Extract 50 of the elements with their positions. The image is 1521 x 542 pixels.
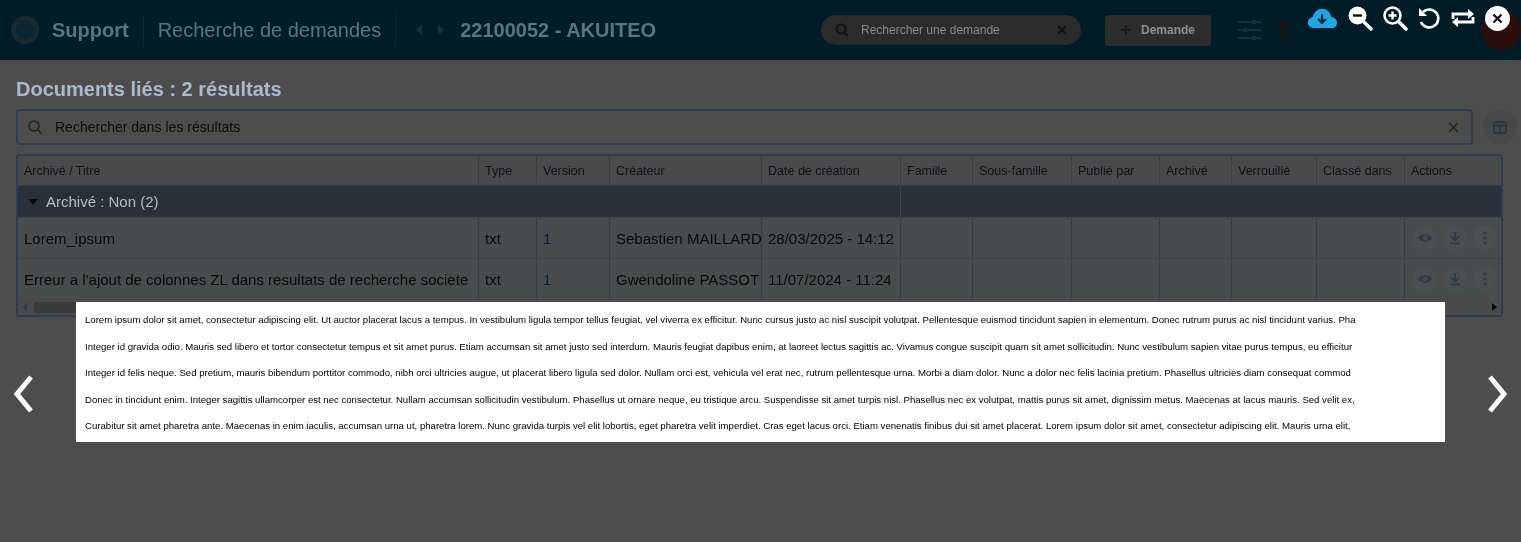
columns-icon (1493, 120, 1507, 134)
search-field[interactable]: Rechercher dans les résultats (16, 109, 1473, 145)
scroll-left-icon[interactable] (22, 303, 28, 311)
more-vertical-icon (1482, 231, 1487, 245)
caret-down-icon[interactable] (28, 196, 38, 207)
search-icon (28, 119, 43, 135)
search-input[interactable]: Rechercher une demande (859, 22, 1047, 38)
new-request-button[interactable]: Demande (1105, 14, 1211, 46)
swap-arrows-icon[interactable] (1450, 6, 1476, 30)
zoom-in-icon[interactable] (1382, 5, 1408, 31)
column-header[interactable]: Date de création (762, 156, 901, 185)
column-header[interactable]: Publié par (1072, 156, 1160, 185)
version-link[interactable]: 1 (543, 270, 552, 288)
search-input[interactable]: Rechercher dans les résultats (53, 118, 1438, 136)
group-label: Archivé : Non (2) (46, 193, 159, 210)
clear-icon[interactable] (1448, 121, 1459, 133)
breadcrumb-link[interactable]: Recherche de demandes (157, 18, 382, 42)
column-header[interactable]: Verrouillé (1232, 156, 1317, 185)
column-header[interactable]: Archivé / Titre (18, 156, 479, 185)
scroll-right-icon[interactable] (1491, 303, 1497, 311)
clear-icon[interactable] (1057, 25, 1067, 35)
cloud-download-icon[interactable] (1306, 6, 1338, 30)
column-header[interactable]: Sous-famille (973, 156, 1072, 185)
search-field[interactable]: Rechercher une demande (821, 15, 1081, 45)
more-vertical-icon (1482, 272, 1487, 286)
column-header[interactable]: Classé dans (1317, 156, 1405, 185)
column-header[interactable]: Type (479, 156, 537, 185)
record-title: 22100052 - AKUITEO (460, 18, 657, 42)
close-icon[interactable] (1485, 5, 1510, 31)
column-header[interactable]: Version (537, 156, 610, 185)
zoom-out-icon[interactable] (1347, 5, 1373, 31)
column-header[interactable]: Créateur (610, 156, 762, 185)
text-line: Integer id gravida odio. Mauris sed libero et tortor consectetur tempus et sit amet purus. Etiam accumsan sit amet justo sed interdum. Mauris feugiat dapibus enim, at laoreet lectus sagittis ac. Vivamus congue suscipit quam sit amet sollicitudin. Nunc vestibulum sapien vitae purus tempus, eu efficitur (85, 339, 1354, 353)
page-title: Documents liés : 2 résultats (16, 78, 283, 101)
rotate-left-icon[interactable] (1417, 6, 1441, 30)
version-link[interactable]: 1 (543, 229, 552, 247)
column-header[interactable]: Actions (1405, 156, 1501, 185)
previous-icon[interactable] (414, 23, 425, 37)
search-icon (835, 23, 849, 37)
text-line: Curabitur sit amet pharetra ante. Maecenas in enim iaculis, accumsan urna ut, pharetra lorem. Nunc gravida turpis vel elit lobortis, eget pharetra velit imperdiet. Cras eget lacus orci. Etiam venenatis finibus dui sit amet placerat. Lorem ipsum dolor sit amet, consectetur adipiscing elit. Mauris urna elit, (85, 419, 1352, 432)
column-header[interactable]: Famille (901, 156, 973, 185)
text-line: Integer id felis neque. Sed pretium, mauris bibendum porttitor commodo, nibh orci ultricies augue, ut placerat libero ligula sed dolor. Nullam orci est, vehicula vel erat nec, rutrum pellentesque urna. Morbi a diam dolor. Nunc a dolor nec felis lacinia pretium. Phasellus ultricies diam consequat commod (85, 366, 1352, 379)
logo-icon[interactable] (10, 15, 40, 45)
text-line: Donec in tincidunt enim. Integer sagittis ullamcorper est nec consectetur. Nullam accumsan sollicitudin vestibulum. Phasellus ut ornare neque, eu tristique arcu. Suspendisse sit amet turpis nisl. Phasellus nec ex volutpat, mattis purus sit amet, dignissim metus. Maecenas at lacus mauris. Sed velit ex, (85, 392, 1356, 406)
app-name[interactable]: Support (52, 18, 129, 42)
text-line: Lorem ipsum dolor sit amet, consectetur adipiscing elit. Ut auctor placerat lacus a tempus. In vestibulum ligula tempor tellus feugiat, vel viverra ex efficitur. Nunc cursus justo ac nisl suscipit volutpat. Pellentesque euismod tincidunt sapien in elementum. Donec rutrum purus ac nisl tincidunt varius. Pha (85, 313, 1357, 326)
next-icon[interactable] (436, 23, 447, 37)
columns-button[interactable] (1483, 110, 1517, 144)
filter-sliders-icon[interactable] (1237, 19, 1263, 41)
column-header[interactable]: Archivé (1160, 156, 1232, 185)
